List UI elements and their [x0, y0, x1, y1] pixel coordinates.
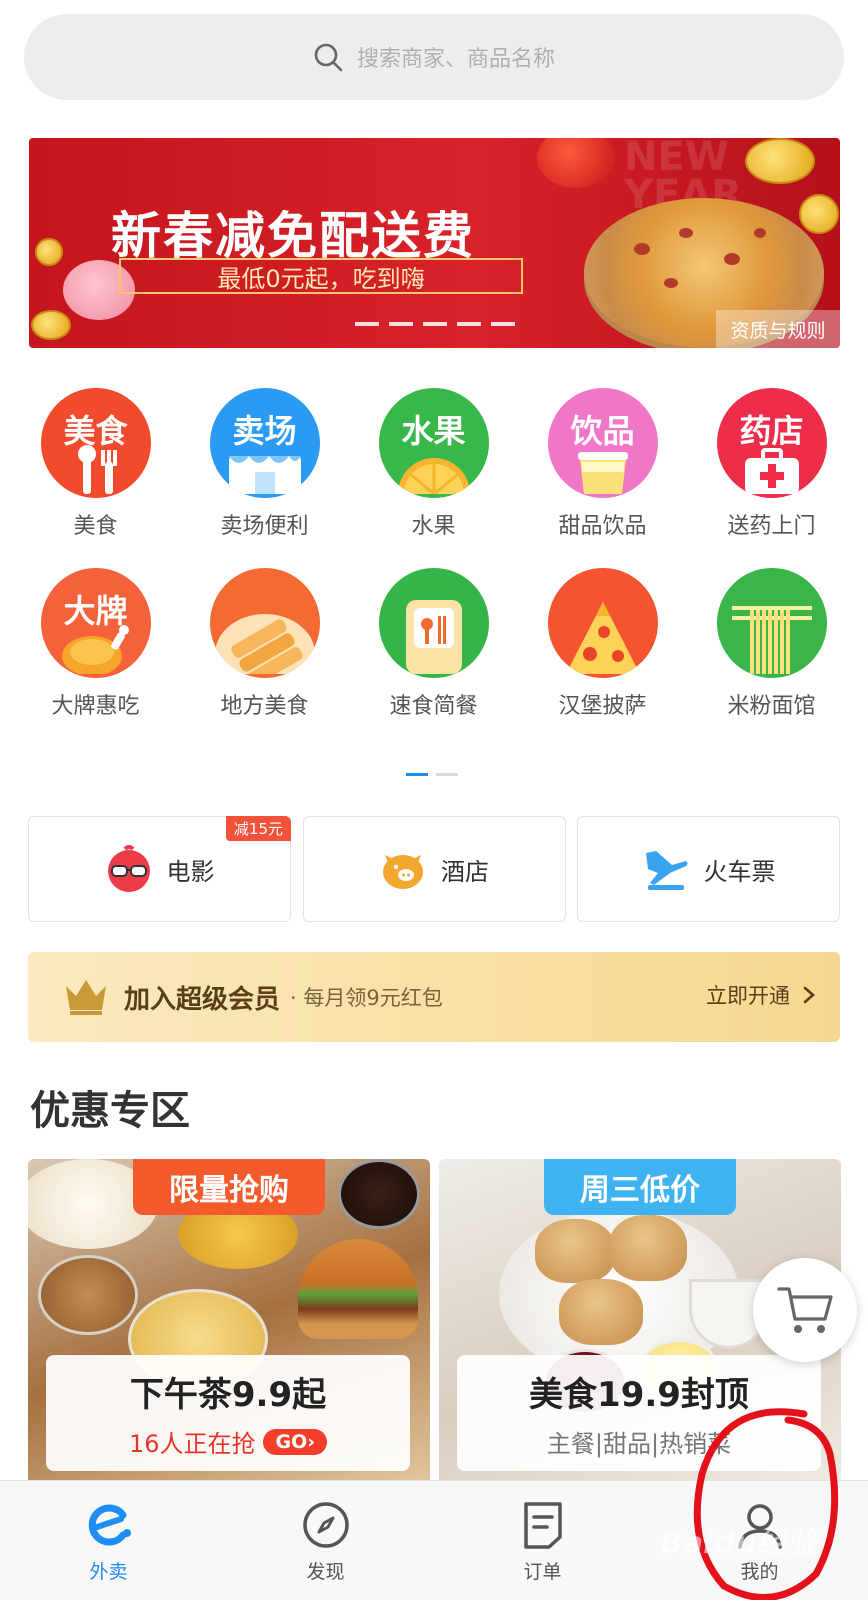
- promo-tag: 周三低价: [544, 1159, 736, 1215]
- medicine-kit-icon: 药店: [716, 388, 827, 498]
- category-label: 大牌惠吃: [51, 694, 140, 719]
- category-label: 汉堡披萨: [558, 694, 647, 719]
- chevron-right-icon: [803, 986, 815, 1004]
- promo-banner[interactable]: NEW YEAR 新春减免配送费 最低0元起，吃到嗨 资质与规则: [29, 138, 840, 348]
- category-label: 送药上门: [727, 514, 816, 539]
- vip-subtitle: · 每月领9元红包: [290, 986, 443, 1010]
- coin-icon: [31, 310, 71, 340]
- category-page-indicator: [406, 773, 458, 776]
- category-icon-text: 药店: [739, 412, 804, 450]
- watermark: Baidu经验: [660, 1526, 817, 1561]
- service-label: 火车票: [703, 857, 776, 886]
- tab-label: 订单: [523, 1561, 562, 1583]
- orange-icon: 水果: [378, 388, 489, 498]
- category-label: 速食简餐: [389, 694, 478, 719]
- category-label: 卖场便利: [220, 514, 309, 539]
- crown-icon: [66, 980, 106, 1015]
- category-item[interactable]: 米粉面馆: [687, 568, 856, 748]
- category-label: 米粉面馆: [727, 694, 816, 719]
- annotation-circle: [693, 1408, 839, 1600]
- plane-ticket-icon: [645, 851, 687, 890]
- snack-plate-icon: [209, 568, 320, 678]
- cart-icon: [777, 1287, 833, 1333]
- compass-icon: [302, 1502, 349, 1548]
- discount-badge: 减15元: [225, 816, 291, 841]
- category-icon-text: 水果: [401, 412, 466, 450]
- section-title: 优惠专区: [30, 1088, 190, 1134]
- category-label: 地方美食: [220, 694, 309, 719]
- banner-subtitle: 最低0元起，吃到嗨: [119, 258, 523, 294]
- eleme-logo-icon: [88, 1504, 131, 1546]
- scone-image: [609, 1215, 687, 1281]
- promo-tag: 限量抢购: [133, 1159, 325, 1215]
- category-icon-text: 卖场: [232, 412, 297, 450]
- drink-icon: 饮品: [547, 388, 658, 498]
- service-tiles: 电影 减15元 酒店 火车票: [28, 816, 840, 922]
- search-icon: [314, 43, 343, 72]
- category-item[interactable]: 地方美食: [180, 568, 349, 748]
- category-label: 美食: [73, 514, 118, 539]
- category-grid: 美食 美食 卖场 卖场便利 水果 水果 饮品 甜品饮品 药店 送药上门 大牌 大牌惠吃 地方美食 速食简…: [0, 388, 868, 748]
- vip-action-label: 立即开通: [706, 984, 790, 1008]
- category-icon-text: 饮品: [570, 412, 635, 450]
- vip-activate-button[interactable]: 立即开通: [706, 980, 816, 1010]
- service-label: 电影: [166, 857, 215, 886]
- banner-rules-link[interactable]: 资质与规则: [716, 310, 840, 348]
- vip-title: 加入超级会员: [124, 984, 281, 1015]
- category-item[interactable]: 大牌 大牌惠吃: [11, 568, 180, 748]
- super-member-bar[interactable]: 加入超级会员 · 每月领9元红包 立即开通: [28, 952, 840, 1042]
- category-row: 大牌 大牌惠吃 地方美食 速食简餐 汉堡披萨 米粉面馆: [0, 568, 868, 748]
- category-item[interactable]: 饮品 甜品饮品: [518, 388, 687, 568]
- tab-discover[interactable]: 发现: [217, 1481, 434, 1600]
- burger-image: [298, 1239, 418, 1339]
- category-item[interactable]: 美食 美食: [11, 388, 180, 568]
- scone-image: [559, 1279, 643, 1345]
- tab-label: 发现: [306, 1561, 345, 1583]
- noodles-icon: [716, 568, 827, 678]
- floating-cart-button[interactable]: [753, 1258, 857, 1362]
- category-label: 甜品饮品: [558, 514, 647, 539]
- coin-icon: [745, 138, 815, 184]
- service-tile-hotel[interactable]: 酒店: [302, 816, 566, 922]
- category-row: 美食 美食 卖场 卖场便利 水果 水果 饮品 甜品饮品 药店 送药上门: [0, 388, 868, 568]
- bento-icon: [378, 568, 489, 678]
- pizza-icon: [547, 568, 658, 678]
- search-bar[interactable]: 搜索商家、商品名称: [24, 14, 844, 100]
- pig-hotel-icon: [383, 855, 423, 889]
- category-item[interactable]: 水果 水果: [349, 388, 518, 568]
- movie-glasses-icon: [107, 845, 150, 892]
- service-label: 酒店: [441, 857, 489, 886]
- utensils-icon: 美食: [40, 388, 151, 498]
- tab-orders[interactable]: 订单: [434, 1481, 651, 1600]
- nuts-bowl-image: [38, 1255, 138, 1335]
- promo-sub-text: 16人正在抢: [128, 1430, 256, 1458]
- category-icon-text: 大牌: [63, 592, 128, 630]
- service-tile-train[interactable]: 火车票: [577, 816, 840, 922]
- search-placeholder: 搜索商家、商品名称: [356, 47, 555, 72]
- category-label: 水果: [411, 514, 456, 539]
- lantern-icon: [537, 138, 615, 188]
- order-list-icon: [523, 1502, 562, 1549]
- category-item[interactable]: 药店 送药上门: [687, 388, 856, 568]
- promo-card-afternoon-tea[interactable]: 限量抢购 下午茶9.9起 16人正在抢 GO›: [28, 1159, 430, 1489]
- promo-info-card: 下午茶9.9起 16人正在抢 GO›: [46, 1355, 410, 1471]
- promo-subline: 16人正在抢 GO›: [128, 1424, 328, 1459]
- coin-icon: [799, 194, 839, 234]
- category-item[interactable]: 速食简餐: [349, 568, 518, 748]
- tab-takeaway[interactable]: 外卖: [0, 1481, 217, 1600]
- go-button[interactable]: GO›: [263, 1428, 328, 1455]
- chicken-icon: 大牌: [40, 568, 151, 678]
- category-item[interactable]: 汉堡披萨: [518, 568, 687, 748]
- service-tile-movie[interactable]: 电影 减15元: [28, 816, 291, 922]
- store-icon: 卖场: [209, 388, 320, 498]
- tab-label: 外卖: [89, 1561, 128, 1583]
- scone-image: [535, 1219, 615, 1283]
- coin-icon: [35, 238, 63, 266]
- promo-headline: 下午茶9.9起: [129, 1375, 327, 1415]
- category-icon-text: 美食: [63, 412, 128, 450]
- banner-pagination: [355, 322, 515, 326]
- category-item[interactable]: 卖场 卖场便利: [180, 388, 349, 568]
- cola-cup-image: [338, 1159, 420, 1229]
